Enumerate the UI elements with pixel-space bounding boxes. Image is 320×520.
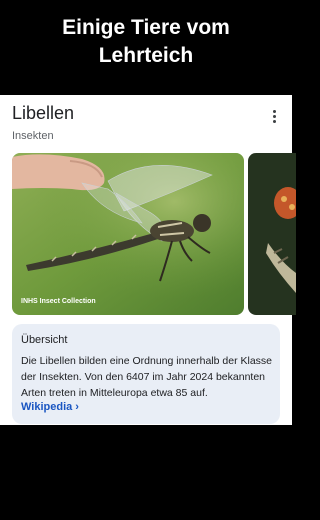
image-credit: INHS Insect Collection (21, 298, 96, 305)
dragonfly-photo-2[interactable] (248, 153, 296, 315)
overview-panel: Übersicht Die Libellen bilden eine Ordnu… (12, 324, 280, 424)
dragonfly-photo-graphic (12, 153, 244, 315)
headline-line-2: Lehrteich (98, 44, 194, 67)
overview-text: Die Libellen bilden eine Ordnung innerha… (21, 355, 273, 399)
wikipedia-link-label: Wikipedia (21, 401, 73, 413)
headline-line-1: Einige Tiere vom (62, 16, 230, 39)
dragonfly-photo-2-graphic (248, 153, 296, 315)
card-subtitle: Insekten (12, 130, 54, 142)
chevron-right-icon: › (75, 401, 79, 413)
wikipedia-link[interactable]: Wikipedia › (21, 401, 79, 413)
headline: Einige Tiere vom Lehrteich (0, 14, 292, 70)
dragonfly-photo[interactable]: INHS Insect Collection (12, 153, 244, 315)
overview-heading: Übersicht (21, 334, 68, 346)
card-title: Libellen (12, 103, 75, 123)
more-vert-icon[interactable] (266, 107, 282, 125)
knowledge-card: Libellen Insekten INHS Insect Collection… (0, 95, 296, 425)
